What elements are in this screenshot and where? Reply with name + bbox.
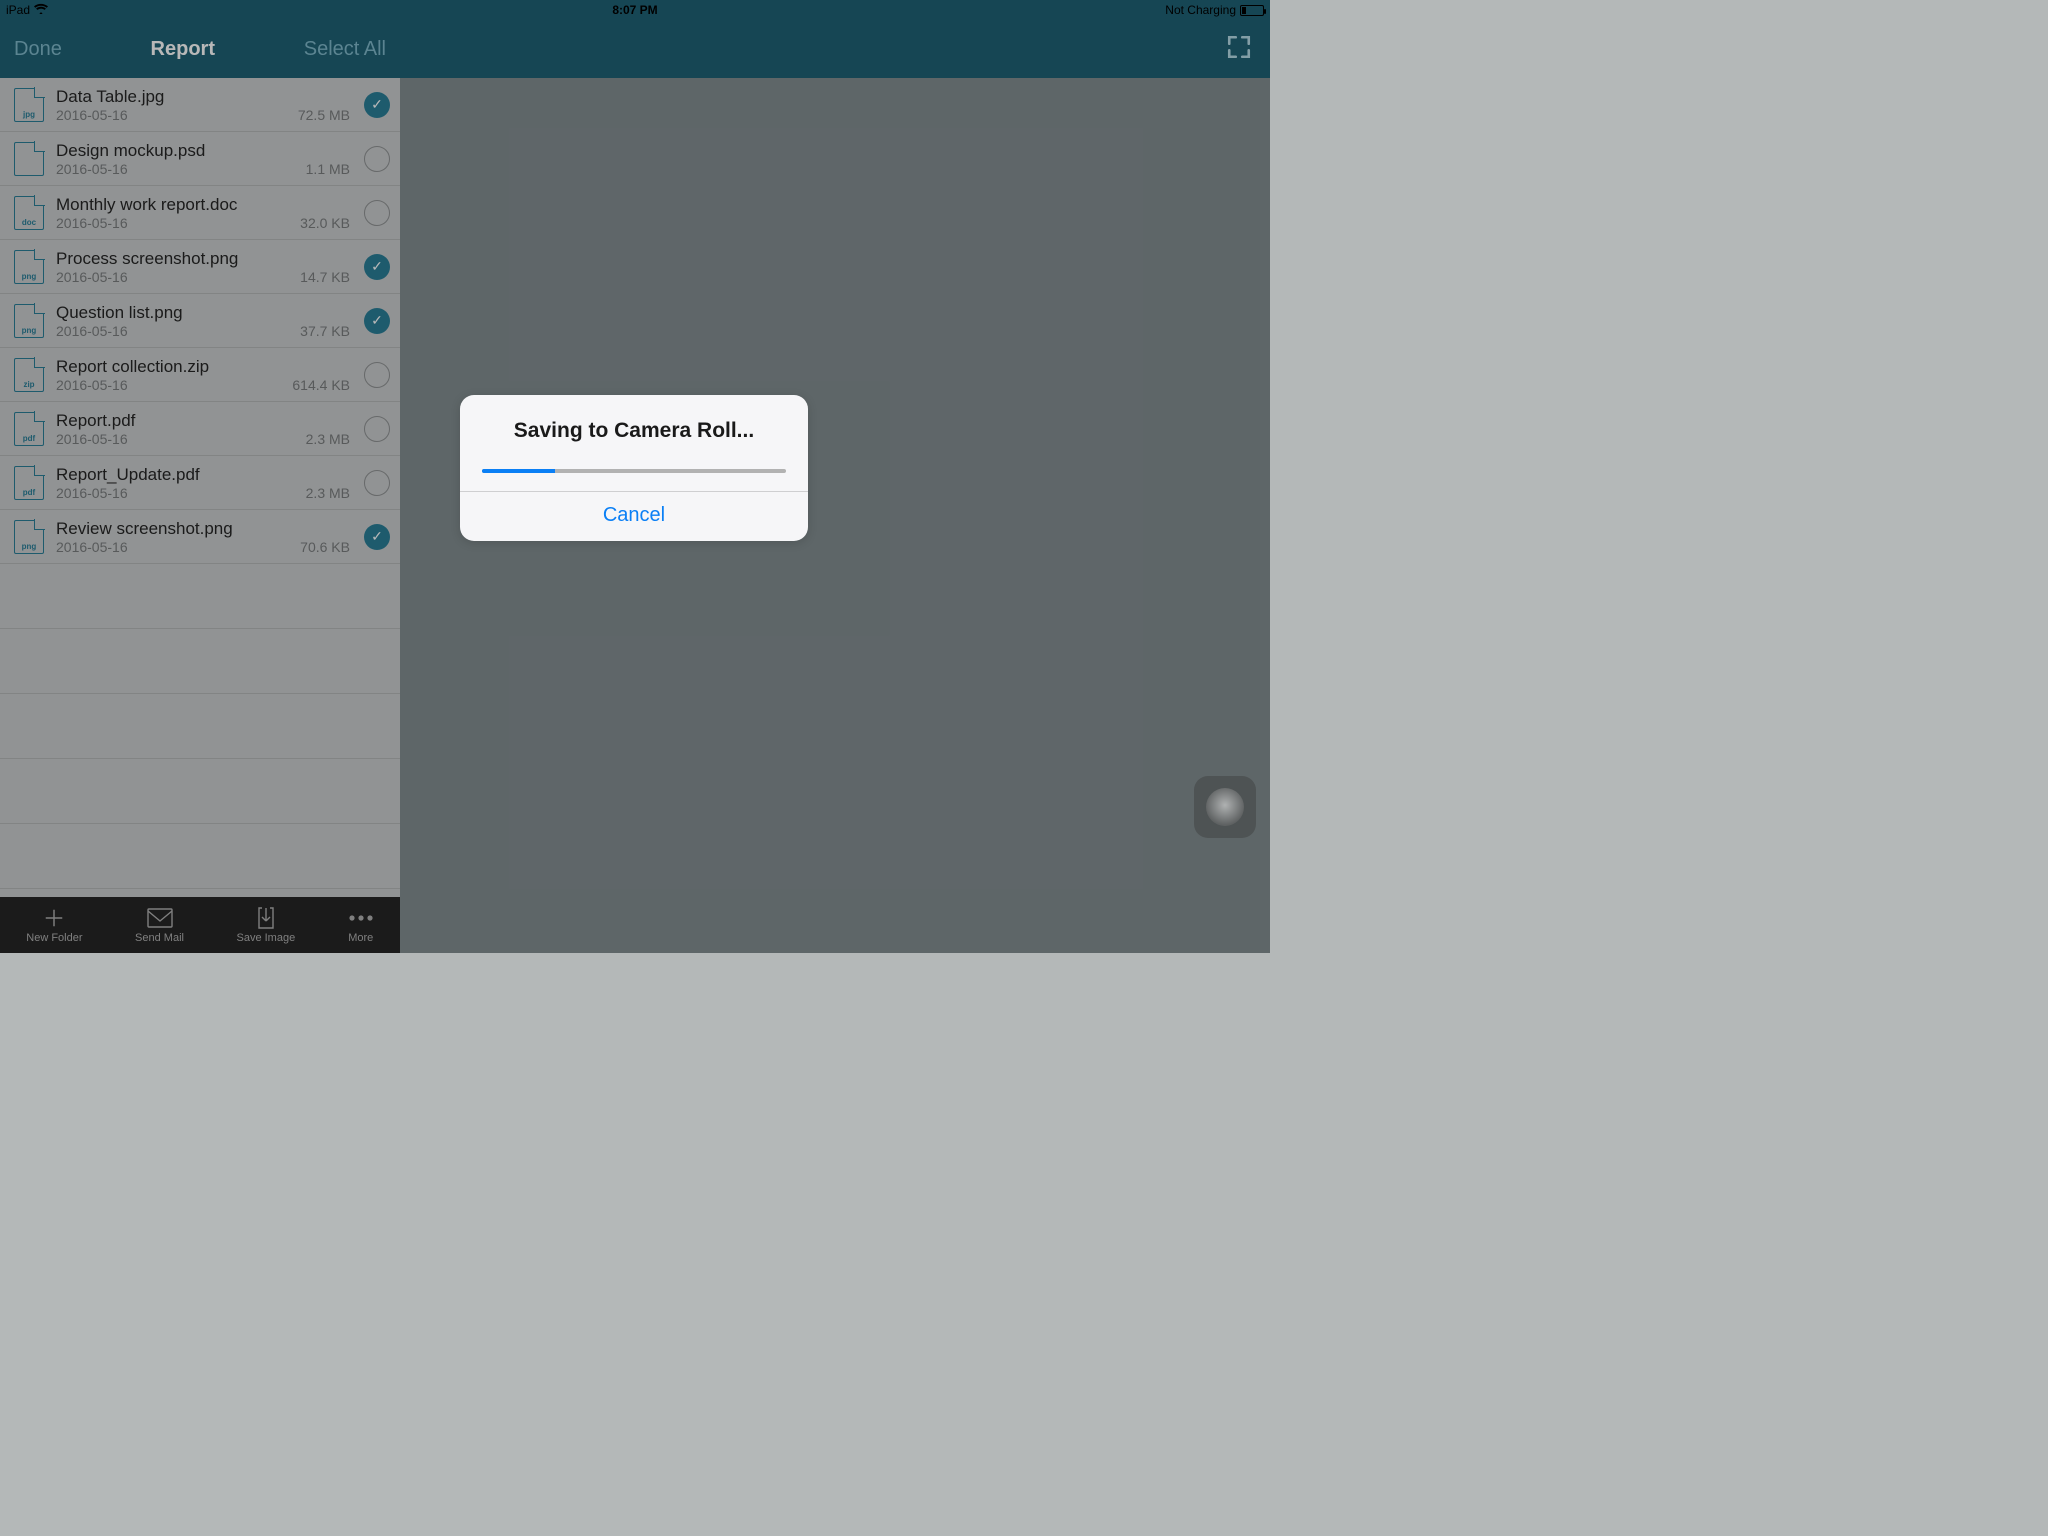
progress-bar	[482, 469, 786, 473]
file-row[interactable]: zip Report collection.zip2016-05-16 614.4 …	[0, 348, 400, 402]
file-size: 14.7 KB	[300, 269, 350, 285]
file-name: Process screenshot.png	[56, 249, 356, 269]
page-title: Report	[151, 38, 215, 61]
done-button[interactable]: Done	[14, 38, 62, 61]
file-date: 2016-05-16	[56, 485, 128, 501]
wifi-icon	[34, 3, 48, 17]
file-row[interactable]: doc Monthly work report.doc2016-05-16 32.0…	[0, 186, 400, 240]
file-name: Data Table.jpg	[56, 87, 356, 107]
save-progress-dialog: Saving to Camera Roll... Cancel	[460, 395, 808, 541]
file-name: Design mockup.psd	[56, 141, 356, 161]
file-date: 2016-05-16	[56, 323, 128, 339]
status-bar: iPad 8:07 PM Not Charging	[0, 0, 1270, 20]
file-name: Monthly work report.doc	[56, 195, 356, 215]
file-type-icon: doc	[14, 196, 44, 230]
checkbox-circle[interactable]	[364, 146, 390, 172]
file-size: 72.5 MB	[298, 107, 350, 123]
empty-row	[0, 629, 400, 694]
file-size: 70.6 KB	[300, 539, 350, 555]
charging-status: Not Charging	[1165, 3, 1236, 17]
file-row[interactable]: jpg Data Table.jpg2016-05-16 72.5 MB ✓	[0, 78, 400, 132]
more-icon	[348, 906, 374, 930]
send-mail-button[interactable]: Send Mail	[135, 906, 184, 944]
cancel-button[interactable]: Cancel	[460, 492, 808, 541]
checkmark-icon[interactable]: ✓	[364, 254, 390, 280]
empty-row	[0, 564, 400, 629]
fullscreen-icon[interactable]	[1226, 34, 1252, 65]
file-row[interactable]: png Process screenshot.png2016-05-16 14.7 …	[0, 240, 400, 294]
device-name: iPad	[6, 3, 30, 17]
file-date: 2016-05-16	[56, 377, 128, 393]
file-type-icon: png	[14, 304, 44, 338]
select-all-button[interactable]: Select All	[304, 38, 386, 61]
file-row[interactable]: png Review screenshot.png2016-05-16 70.6 K…	[0, 510, 400, 564]
file-type-icon: pdf	[14, 412, 44, 446]
file-name: Report collection.zip	[56, 357, 356, 377]
file-type-icon	[14, 142, 44, 176]
file-size: 614.4 KB	[292, 377, 350, 393]
file-row[interactable]: pdf Report.pdf2016-05-16 2.3 MB	[0, 402, 400, 456]
file-type-icon: png	[14, 520, 44, 554]
file-name: Report.pdf	[56, 411, 356, 431]
checkbox-circle[interactable]	[364, 416, 390, 442]
checkmark-icon[interactable]: ✓	[364, 92, 390, 118]
file-date: 2016-05-16	[56, 215, 128, 231]
status-time: 8:07 PM	[0, 3, 1270, 17]
file-name: Report_Update.pdf	[56, 465, 356, 485]
tool-label: Send Mail	[135, 932, 184, 944]
file-size: 37.7 KB	[300, 323, 350, 339]
checkmark-icon[interactable]: ✓	[364, 524, 390, 550]
checkbox-circle[interactable]	[364, 362, 390, 388]
file-type-icon: png	[14, 250, 44, 284]
checkmark-icon[interactable]: ✓	[364, 308, 390, 334]
new-folder-button[interactable]: New Folder	[26, 906, 82, 944]
nav-bar: Done Report Select All	[0, 20, 1270, 78]
more-button[interactable]: More	[348, 906, 374, 944]
tool-label: More	[348, 932, 373, 944]
empty-row	[0, 694, 400, 759]
battery-icon	[1240, 5, 1264, 16]
dialog-title: Saving to Camera Roll...	[482, 419, 786, 443]
tool-label: New Folder	[26, 932, 82, 944]
checkbox-circle[interactable]	[364, 200, 390, 226]
file-name: Review screenshot.png	[56, 519, 356, 539]
file-size: 32.0 KB	[300, 215, 350, 231]
tool-label: Save Image	[237, 932, 296, 944]
file-row[interactable]: Design mockup.psd2016-05-16 1.1 MB	[0, 132, 400, 186]
envelope-icon	[147, 906, 173, 930]
empty-row	[0, 759, 400, 824]
file-row[interactable]: pdf Report_Update.pdf2016-05-16 2.3 MB	[0, 456, 400, 510]
save-image-button[interactable]: Save Image	[237, 906, 296, 944]
file-type-icon: zip	[14, 358, 44, 392]
file-size: 2.3 MB	[306, 431, 350, 447]
file-list-sidebar: jpgData Table.jpg2016-05-1672.5 MB✓Desig…	[0, 78, 400, 897]
assistive-touch-icon	[1206, 788, 1244, 826]
file-date: 2016-05-16	[56, 269, 128, 285]
assistive-touch-button[interactable]	[1194, 776, 1256, 838]
file-date: 2016-05-16	[56, 161, 128, 177]
plus-icon	[43, 906, 65, 930]
file-type-icon: pdf	[14, 466, 44, 500]
save-icon	[255, 906, 277, 930]
file-type-icon: jpg	[14, 88, 44, 122]
file-name: Question list.png	[56, 303, 356, 323]
empty-row	[0, 824, 400, 889]
checkbox-circle[interactable]	[364, 470, 390, 496]
file-size: 2.3 MB	[306, 485, 350, 501]
file-date: 2016-05-16	[56, 107, 128, 123]
file-date: 2016-05-16	[56, 539, 128, 555]
file-row[interactable]: png Question list.png2016-05-16 37.7 KB ✓	[0, 294, 400, 348]
bottom-toolbar: New Folder Send Mail Save Image More	[0, 897, 400, 953]
file-size: 1.1 MB	[306, 161, 350, 177]
file-date: 2016-05-16	[56, 431, 128, 447]
